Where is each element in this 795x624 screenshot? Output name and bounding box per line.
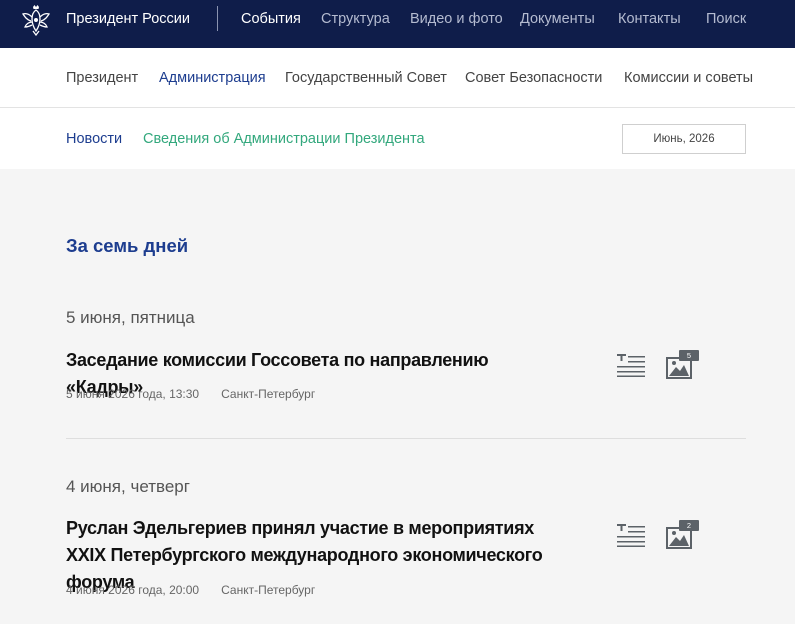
nav-item-structure[interactable]: Структура [321,11,390,27]
photo-count-badge: 5 [679,350,699,361]
text-version-icon[interactable] [617,523,645,547]
month-selector[interactable]: Июнь, 2026 [622,124,746,154]
event-place: Санкт-Петербург [221,583,316,597]
nav-item-contacts[interactable]: Контакты [618,11,681,27]
text-version-icon[interactable] [617,353,645,377]
subnav-item-state-council[interactable]: Государственный Совет [285,70,447,86]
event-datetime: 5 июня 2026 года, 13:30 [66,387,200,401]
emblem-icon[interactable] [21,4,51,36]
sub-nav: Президент Администрация Государственный … [0,48,795,108]
filter-bar: Новости Сведения об Администрации Презид… [0,108,795,169]
section-title: За семь дней [66,235,189,256]
event-separator [66,438,746,439]
photo-count-badge: 2 [679,520,699,531]
nav-item-events[interactable]: События [241,11,301,27]
subnav-item-administration[interactable]: Администрация [159,70,266,86]
site-title[interactable]: Президент России [66,11,190,27]
admin-info-link[interactable]: Сведения об Администрации Президента [143,131,425,147]
nav-item-documents[interactable]: Документы [520,11,595,27]
subnav-item-security-council[interactable]: Совет Безопасности [465,70,602,86]
news-tab[interactable]: Новости [66,131,122,147]
nav-item-search[interactable]: Поиск [706,11,746,27]
event-meta: 5 июня 2026 года, 13:30 Санкт-Петербург [66,387,315,401]
subnav-item-president[interactable]: Президент [66,70,138,86]
photo-gallery-icon[interactable]: 5 [666,350,700,380]
subnav-item-commissions[interactable]: Комиссии и советы [624,70,753,86]
event-datetime: 4 июня 2026 года, 20:00 [66,583,200,597]
event-place: Санкт-Петербург [221,387,316,401]
day-heading: 5 июня, пятница [66,308,195,327]
event-meta: 4 июня 2026 года, 20:00 Санкт-Петербург [66,583,315,597]
day-heading: 4 июня, четверг [66,477,190,496]
nav-item-video-photo[interactable]: Видео и фото [410,11,503,27]
header-divider [217,6,218,31]
photo-gallery-icon[interactable]: 2 [666,520,700,550]
top-header: Президент России События Структура Видео… [0,0,795,48]
